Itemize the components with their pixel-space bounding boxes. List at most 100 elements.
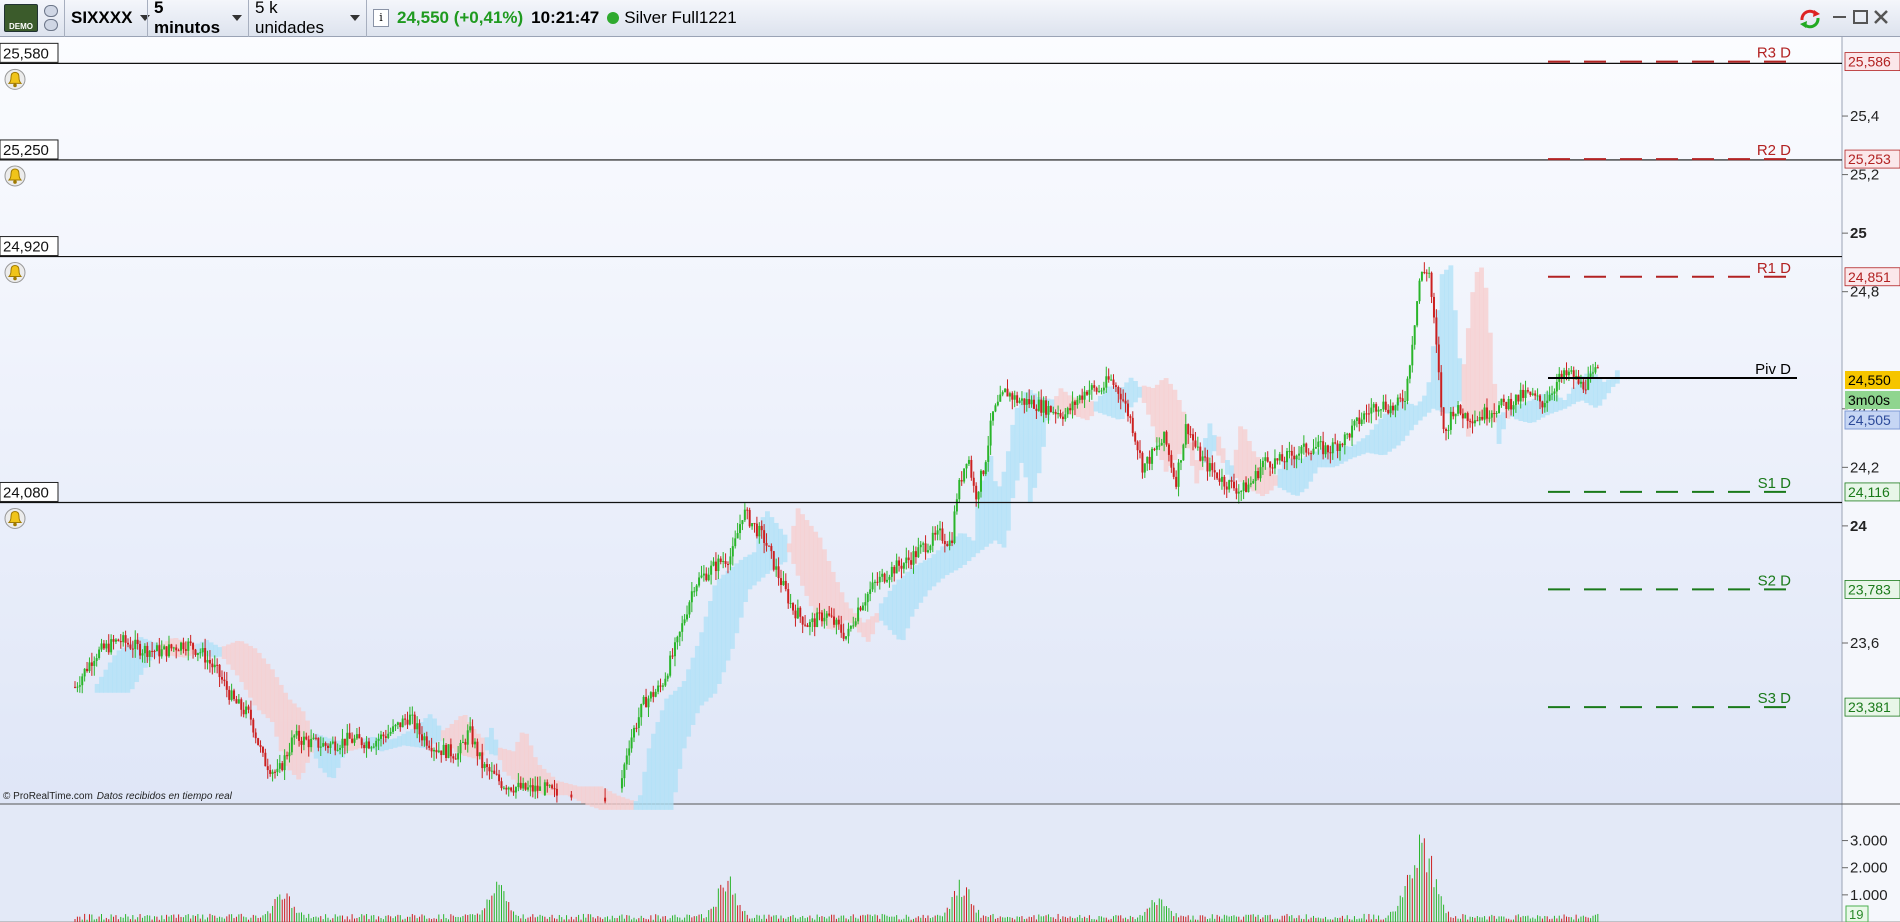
- candle-body: [1447, 429, 1450, 431]
- candle-body: [167, 644, 170, 657]
- candle-body: [375, 740, 378, 747]
- cloud-segment: [878, 603, 884, 621]
- cloud-segment: [1154, 384, 1160, 443]
- candle-body: [1100, 390, 1103, 392]
- candle-body: [1324, 445, 1327, 455]
- candle-body: [765, 542, 768, 546]
- candle-body: [620, 778, 623, 789]
- candle-body: [1317, 441, 1320, 447]
- units-selector[interactable]: 5 k unidades: [249, 0, 366, 37]
- candle-body: [293, 735, 296, 738]
- candle-body: [1008, 393, 1011, 397]
- price-chart[interactable]: 25,580 25,250 24,920 24,080 R3 D 25,586 R2 D 2…: [0, 37, 1900, 922]
- candle-body: [1179, 460, 1182, 463]
- cloud-segment: [1409, 403, 1414, 431]
- candle-body: [900, 565, 903, 569]
- candle-body: [112, 639, 115, 642]
- candle-body: [1401, 398, 1404, 402]
- candle-body: [1187, 424, 1190, 435]
- candle-body: [196, 653, 199, 655]
- refresh-icon[interactable]: [1796, 6, 1824, 32]
- cloud-segment: [1597, 378, 1603, 406]
- candle-body: [1192, 434, 1195, 441]
- candle-body: [758, 525, 761, 537]
- candle-body: [1245, 482, 1248, 493]
- cloud-segment: [909, 567, 915, 617]
- candle-body: [1420, 271, 1423, 281]
- candle-body: [943, 540, 946, 545]
- candle-body: [1375, 404, 1378, 412]
- candle-body: [1382, 401, 1385, 410]
- candle-body: [124, 635, 127, 643]
- candle-body: [1594, 367, 1597, 373]
- status-dot-icon: [607, 12, 620, 24]
- candle-body: [1430, 272, 1433, 297]
- candle-body: [649, 692, 652, 699]
- cloud-segment: [1571, 387, 1576, 405]
- candle-body: [141, 653, 144, 656]
- alert-line-label: 24,920: [3, 239, 49, 256]
- candle-body: [367, 741, 370, 749]
- candle-body: [1151, 448, 1154, 464]
- candle-body: [1098, 390, 1101, 392]
- candle-body: [1553, 391, 1556, 394]
- candle-body: [1283, 461, 1286, 463]
- candle-body: [972, 477, 975, 486]
- candle-body: [493, 770, 496, 774]
- candle-body: [180, 642, 183, 651]
- candle-body: [678, 631, 681, 637]
- candle-body: [1293, 455, 1296, 460]
- candle-body: [1346, 433, 1349, 435]
- cloud-segment: [1378, 418, 1384, 456]
- candle-body: [1285, 451, 1288, 463]
- instrument-selector[interactable]: SIXXXX: [65, 0, 151, 37]
- candle-body: [471, 726, 474, 745]
- candle-body: [1334, 442, 1337, 444]
- cloud-segment: [1141, 385, 1147, 403]
- y-tick-label: 25,4: [1850, 108, 1879, 125]
- cloud-segment: [405, 731, 411, 747]
- candle-body: [298, 730, 301, 741]
- candle-body: [640, 704, 643, 718]
- maximize-icon[interactable]: [1853, 10, 1868, 24]
- cloud-segment: [1233, 449, 1239, 479]
- demo-icon[interactable]: DEMO: [4, 4, 38, 32]
- candle-body: [779, 578, 782, 585]
- cloud-segment: [913, 565, 919, 610]
- info-icon[interactable]: i: [373, 9, 389, 27]
- candle-body: [654, 691, 657, 697]
- candle-body: [102, 643, 105, 649]
- candle-body: [1529, 391, 1532, 395]
- cloud-segment: [1312, 451, 1318, 474]
- link-icon[interactable]: [42, 5, 60, 31]
- candle-body: [1326, 445, 1329, 453]
- candle-body: [1358, 417, 1361, 425]
- candle-body: [1355, 417, 1358, 421]
- candle-body: [242, 709, 245, 715]
- candle-body: [136, 639, 139, 644]
- candle-body: [81, 676, 84, 686]
- candle-body: [1201, 456, 1204, 461]
- candle-body: [1261, 460, 1264, 468]
- cloud-segment: [616, 795, 621, 810]
- cloud-segment: [1496, 414, 1502, 444]
- candle-body: [1189, 434, 1192, 436]
- close-icon[interactable]: [1873, 9, 1889, 25]
- cloud-segment: [1382, 413, 1388, 455]
- candle-body: [235, 699, 238, 704]
- candle-body: [987, 445, 990, 462]
- candle-body: [1437, 344, 1440, 373]
- cloud-segment: [1264, 467, 1270, 494]
- candle-body: [837, 619, 840, 625]
- candle-body: [163, 646, 166, 650]
- timeframe-selector[interactable]: 5 minutos: [148, 0, 248, 37]
- alert-line-label: 25,580: [3, 45, 49, 62]
- candle-body: [411, 714, 414, 716]
- candle-body: [888, 576, 891, 580]
- candle-body: [955, 499, 958, 512]
- minimize-icon[interactable]: [1833, 16, 1846, 18]
- cloud-segment: [1606, 379, 1612, 394]
- candle-body: [931, 532, 934, 546]
- candle-body: [348, 732, 351, 739]
- candle-body: [420, 734, 423, 741]
